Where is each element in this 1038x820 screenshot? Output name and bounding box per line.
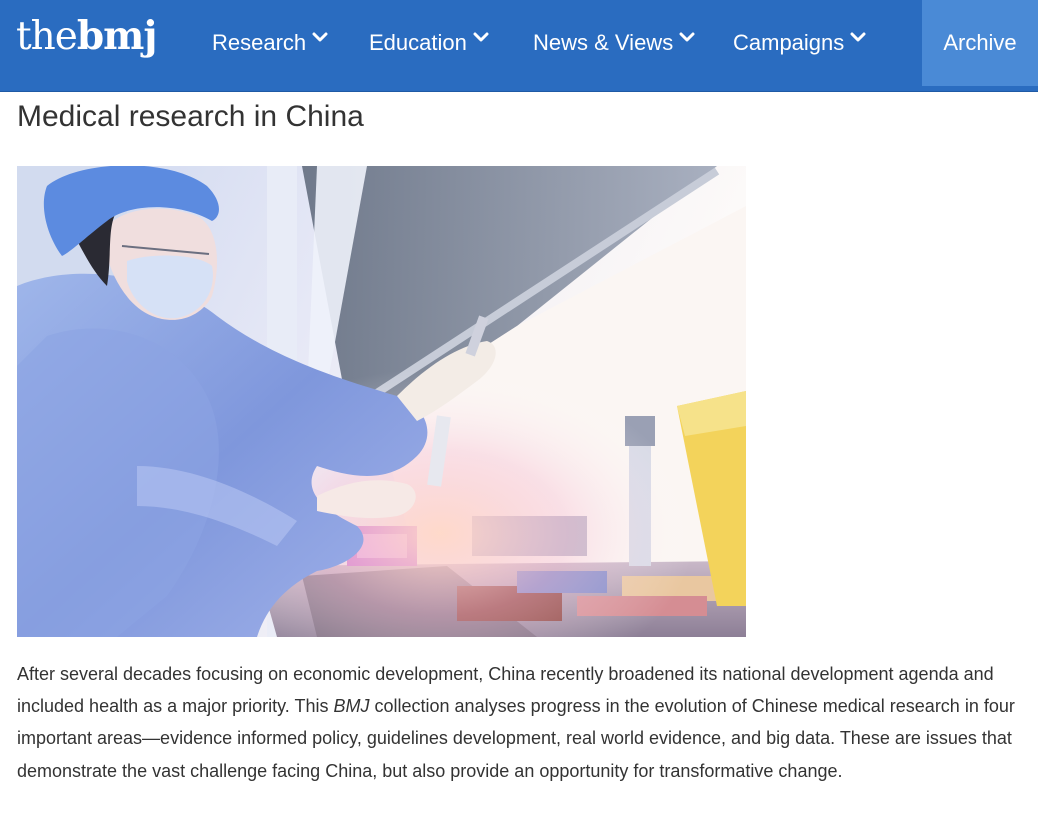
top-navigation-bar: thebmj Research Education News & Views C… bbox=[0, 0, 1038, 92]
nav-education[interactable]: Education bbox=[369, 0, 489, 86]
nav-news-views[interactable]: News & Views bbox=[533, 0, 695, 86]
nav-research[interactable]: Research bbox=[212, 0, 328, 86]
collection-intro-paragraph: After several decades focusing on econom… bbox=[17, 658, 1027, 787]
logo-bmj: bmj bbox=[76, 13, 158, 59]
bmj-logo[interactable]: thebmj bbox=[16, 11, 158, 61]
laboratory-scientist-icon bbox=[17, 166, 746, 637]
logo-the: the bbox=[16, 14, 78, 59]
hero-image bbox=[17, 166, 746, 637]
nav-news-views-label: News & Views bbox=[533, 30, 674, 55]
nav-campaigns-label: Campaigns bbox=[733, 30, 845, 55]
page-title: Medical research in China bbox=[17, 100, 364, 133]
chevron-down-icon bbox=[312, 32, 328, 42]
chevron-down-icon bbox=[679, 32, 695, 42]
nav-archive[interactable]: Archive bbox=[922, 0, 1038, 86]
nav-archive-label: Archive bbox=[943, 30, 1017, 55]
chevron-down-icon bbox=[850, 32, 866, 42]
journal-name: BMJ bbox=[333, 696, 370, 717]
nav-research-label: Research bbox=[212, 30, 307, 55]
nav-campaigns[interactable]: Campaigns bbox=[733, 0, 866, 86]
nav-education-label: Education bbox=[369, 30, 467, 55]
chevron-down-icon bbox=[473, 32, 489, 42]
